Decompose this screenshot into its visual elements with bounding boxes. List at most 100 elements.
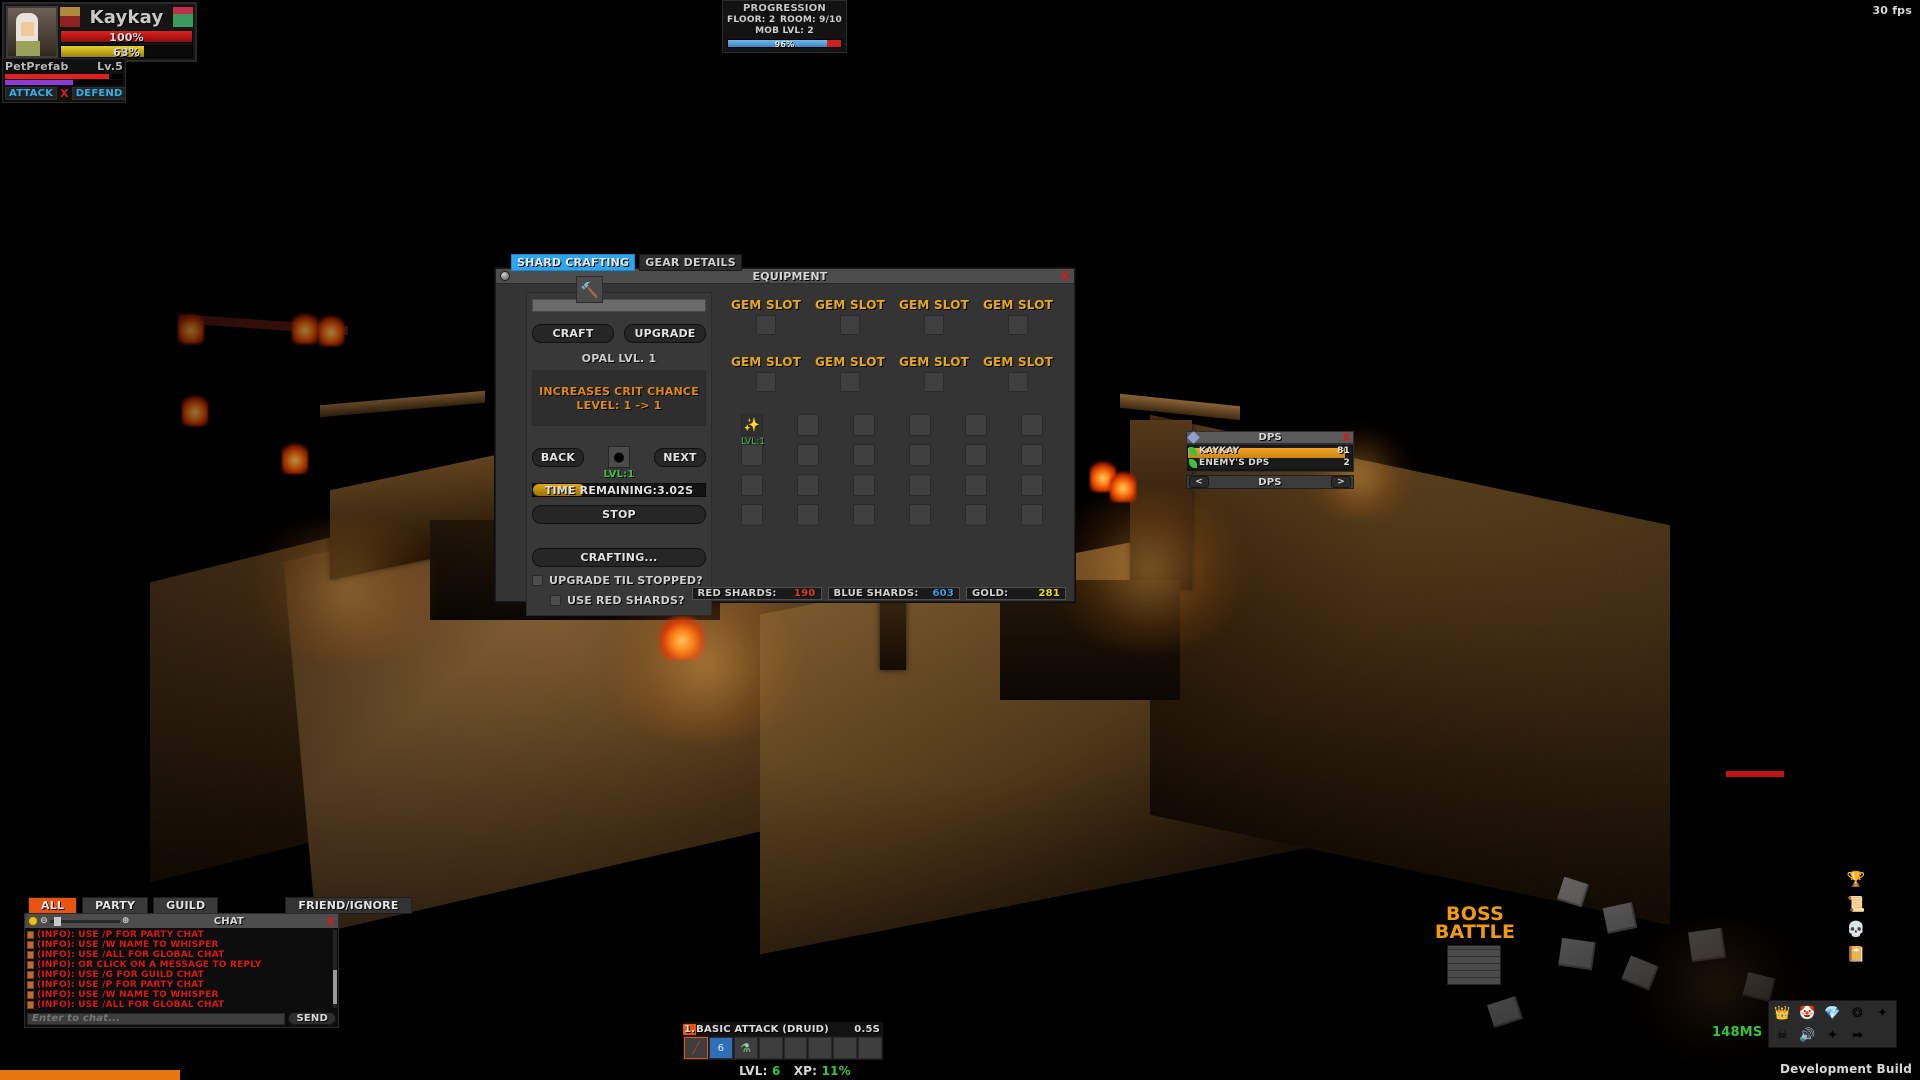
close-icon[interactable]: X [1061, 269, 1070, 283]
chat-message[interactable]: (INFO): USE /P FOR PARTY CHAT [27, 930, 336, 940]
gem-slot-6[interactable]: GEM SLOT [808, 355, 892, 392]
chat-tab-guild[interactable]: GUILD [153, 897, 219, 914]
inventory-slot[interactable] [1021, 474, 1043, 496]
gem-slot-box[interactable] [924, 315, 944, 335]
upgrade-button[interactable]: UPGRADE [624, 324, 706, 343]
sound-icon[interactable]: 🔊 [1796, 1025, 1819, 1045]
chat-message[interactable]: (INFO): USE /ALL FOR GLOBAL CHAT [27, 950, 336, 960]
trophy-icon[interactable]: 🏆 [1845, 868, 1867, 890]
star-icon[interactable]: ✦ [1821, 1025, 1844, 1045]
ability-slot-empty[interactable] [833, 1037, 858, 1059]
inventory-slot[interactable] [797, 444, 819, 466]
inventory-slot[interactable] [853, 504, 875, 526]
ability-slot-empty[interactable] [808, 1037, 833, 1059]
gem-slot-box[interactable] [924, 372, 944, 392]
send-button[interactable]: SEND [288, 1012, 336, 1025]
chat-message[interactable]: (INFO): USE /W NAME TO WHISPER [27, 990, 336, 1000]
opal-gem-icon[interactable]: ● [608, 446, 630, 468]
inventory-slot[interactable] [853, 414, 875, 436]
chat-scrollbar[interactable] [333, 930, 337, 1008]
sword-icon[interactable]: ╱ [684, 1037, 708, 1059]
tab-gear-details[interactable]: GEAR DETAILS [639, 254, 742, 271]
ability-slot-empty[interactable] [758, 1037, 783, 1059]
chat-input[interactable] [27, 1012, 286, 1025]
zoom-out-icon[interactable]: ⊖ [40, 916, 48, 926]
inventory-slot[interactable] [909, 444, 931, 466]
crystal-icon[interactable]: ❂ [1846, 1003, 1869, 1023]
inventory-slot[interactable] [853, 444, 875, 466]
gems-icon[interactable]: 💎 [1821, 1003, 1844, 1023]
spellbook-icon[interactable]: 📔 [1845, 943, 1867, 965]
tab-shard-crafting[interactable]: SHARD CRAFTING [511, 254, 636, 271]
winged-item-icon[interactable]: ✨ LVL:1 [741, 414, 765, 447]
gem-slot-7[interactable]: GEM SLOT [892, 355, 976, 392]
inventory-slot[interactable] [797, 474, 819, 496]
gem-slot-box[interactable] [840, 315, 860, 335]
crossed-weapons-icon[interactable]: ⚔ [1870, 918, 1892, 940]
dps-next-button[interactable]: > [1331, 476, 1351, 488]
health-potion-icon[interactable]: ⚗ [733, 1037, 758, 1059]
inventory-slot[interactable] [797, 414, 819, 436]
exit-icon[interactable]: ➡ [1846, 1025, 1869, 1045]
back-button[interactable]: BACK [532, 447, 584, 467]
gem-slot-2[interactable]: GEM SLOT [808, 298, 892, 335]
dps-prev-button[interactable]: < [1189, 476, 1209, 488]
shuriken-icon[interactable]: ✦ [1871, 1003, 1894, 1023]
reaper-icon[interactable]: ☠ [1771, 1025, 1794, 1045]
stop-button[interactable]: STOP [532, 505, 706, 524]
gem-slot-box[interactable] [1008, 372, 1028, 392]
inventory-slot[interactable] [909, 504, 931, 526]
npc-icon[interactable]: 🤡 [1796, 1003, 1819, 1023]
gem-slot-1[interactable]: GEM SLOT [724, 298, 808, 335]
chat-message[interactable]: (INFO): USE /ALL FOR GLOBAL CHAT [27, 1000, 336, 1010]
window-knob-icon[interactable] [500, 271, 510, 281]
inventory-slot[interactable] [965, 504, 987, 526]
ability-slot-empty[interactable] [783, 1037, 808, 1059]
craft-button[interactable]: CRAFT [532, 324, 614, 343]
inventory-slot[interactable] [1021, 444, 1043, 466]
inventory-slot[interactable] [965, 474, 987, 496]
chat-message[interactable]: (INFO): USE /G FOR GUILD CHAT [27, 970, 336, 980]
search-input[interactable] [532, 299, 706, 312]
gem-slot-8[interactable]: GEM SLOT [976, 355, 1060, 392]
chat-tab-party[interactable]: PARTY [82, 897, 149, 914]
orb-icon[interactable]: ⚫ [1870, 868, 1892, 890]
inventory-slot[interactable] [909, 474, 931, 496]
hammer-icon[interactable]: 🔨 [576, 276, 603, 303]
close-icon[interactable]: X [1342, 431, 1351, 444]
inventory-slot[interactable] [965, 444, 987, 466]
gem-slot-box[interactable] [756, 372, 776, 392]
gem-slot-4[interactable]: GEM SLOT [976, 298, 1060, 335]
chat-tab-all[interactable]: ALL [28, 897, 78, 914]
chat-message[interactable]: (INFO): OR CLICK ON A MESSAGE TO REPLY [27, 960, 336, 970]
inventory-slot[interactable] [1021, 504, 1043, 526]
gem-slot-3[interactable]: GEM SLOT [892, 298, 976, 335]
zoom-in-icon[interactable]: ⊕ [122, 916, 130, 926]
inventory-slot[interactable] [965, 414, 987, 436]
map-icon[interactable]: 🗺 [1870, 893, 1892, 915]
inventory-slot[interactable] [741, 474, 763, 496]
chat-message[interactable]: (INFO): USE /P FOR PARTY CHAT [27, 980, 336, 990]
pet-defend-button[interactable]: DEFEND [71, 87, 127, 100]
inventory-slot[interactable] [1021, 414, 1043, 436]
emoji-icon[interactable] [28, 916, 38, 926]
inventory-slot[interactable] [909, 414, 931, 436]
gem-slot-box[interactable] [1008, 315, 1028, 335]
inventory-slot[interactable] [853, 474, 875, 496]
gem-slot-box[interactable] [840, 372, 860, 392]
friend-ignore-button[interactable]: FRIEND/IGNORE [285, 897, 412, 914]
throne-icon[interactable]: 👑 [1771, 1003, 1794, 1023]
ability-slot-empty[interactable] [858, 1037, 882, 1059]
gem-slot-5[interactable]: GEM SLOT [724, 355, 808, 392]
mana-potion-icon[interactable]: 6 [708, 1037, 733, 1059]
inventory-slot[interactable] [797, 504, 819, 526]
scroll-icon[interactable]: 📜 [1845, 893, 1867, 915]
chat-message[interactable]: (INFO): USE /W NAME TO WHISPER [27, 940, 336, 950]
close-icon[interactable]: X [326, 915, 335, 928]
chat-font-slider[interactable] [49, 916, 120, 926]
next-button[interactable]: NEXT [654, 447, 706, 467]
crafting-status-button[interactable]: CRAFTING... [532, 548, 706, 567]
inventory-slot[interactable] [741, 504, 763, 526]
inventory-slot[interactable] [741, 444, 763, 466]
gem-slot-box[interactable] [756, 315, 776, 335]
